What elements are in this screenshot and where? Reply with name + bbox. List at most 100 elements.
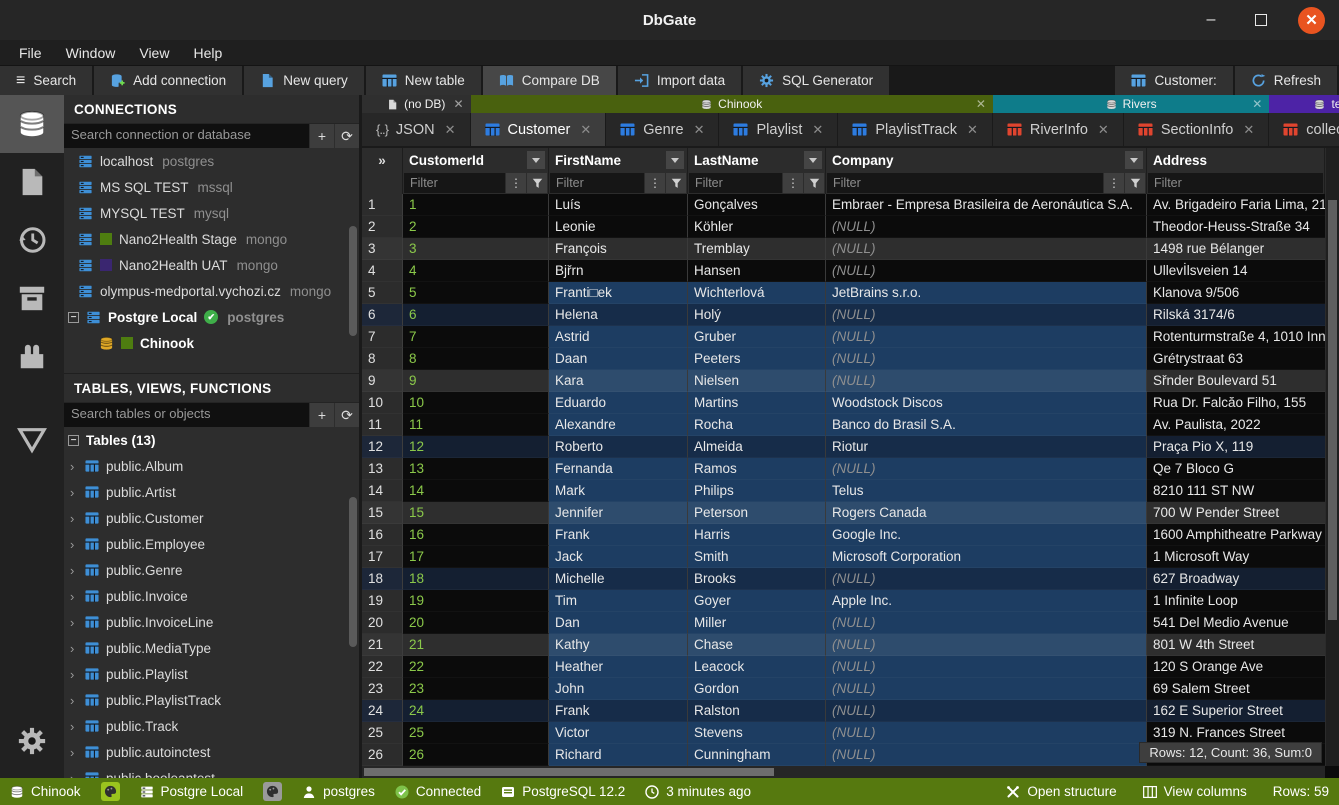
cell-first[interactable]: François: [549, 238, 688, 260]
cell-company[interactable]: (NULL): [826, 216, 1147, 238]
cell-company[interactable]: (NULL): [826, 700, 1147, 722]
row-number[interactable]: 25: [362, 722, 403, 744]
row-number[interactable]: 20: [362, 612, 403, 634]
cell-last[interactable]: Leacock: [688, 656, 826, 678]
tab-json[interactable]: {..}JSON✕: [362, 113, 471, 146]
cell-address[interactable]: 1600 Amphitheatre Parkway: [1147, 524, 1325, 546]
cell-address[interactable]: Qe 7 Bloco G: [1147, 458, 1325, 480]
toolbar-button-compare-db[interactable]: Compare DB: [483, 66, 616, 95]
close-button[interactable]: ✕: [1298, 7, 1325, 34]
filter-funnel-button[interactable]: [804, 173, 824, 193]
cell-id[interactable]: 25: [403, 722, 549, 744]
tables-search-input[interactable]: Search tables or objects: [64, 403, 309, 427]
statusbar-item-rows-59[interactable]: Rows: 59: [1273, 784, 1329, 799]
cell-last[interactable]: Goyer: [688, 590, 826, 612]
palette-icon[interactable]: [263, 782, 282, 801]
row-number[interactable]: 12: [362, 436, 403, 458]
expand-chevron-icon[interactable]: ›: [70, 537, 78, 552]
cell-last[interactable]: Cunningham: [688, 744, 826, 766]
cell-id[interactable]: 7: [403, 326, 549, 348]
cell-address[interactable]: Av. Brigadeiro Faria Lima, 2170: [1147, 194, 1325, 216]
filter-input[interactable]: Filter: [827, 173, 1103, 193]
row-number[interactable]: 16: [362, 524, 403, 546]
cell-last[interactable]: Wichterlová: [688, 282, 826, 304]
menu-window[interactable]: Window: [55, 43, 127, 63]
tab-customer[interactable]: Customer✕: [471, 113, 607, 146]
cell-first[interactable]: Luís: [549, 194, 688, 216]
cell-company[interactable]: (NULL): [826, 744, 1147, 766]
cell-id[interactable]: 15: [403, 502, 549, 524]
cell-address[interactable]: 700 W Pender Street: [1147, 502, 1325, 524]
cell-first[interactable]: John: [549, 678, 688, 700]
row-number[interactable]: 6: [362, 304, 403, 326]
cell-address[interactable]: 1498 rue Bélanger: [1147, 238, 1325, 260]
row-number[interactable]: 18: [362, 568, 403, 590]
cell-id[interactable]: 24: [403, 700, 549, 722]
cell-address[interactable]: 1 Infinite Loop: [1147, 590, 1325, 612]
statusbar-item-open-structure[interactable]: Open structure: [1006, 784, 1116, 799]
row-number[interactable]: 3: [362, 238, 403, 260]
close-tab-icon[interactable]: ✕: [1098, 122, 1109, 138]
connection-item-MYSQL TEST[interactable]: MYSQL TESTmysql: [64, 200, 359, 226]
expand-chevron-icon[interactable]: ›: [70, 641, 78, 656]
cell-id[interactable]: 10: [403, 392, 549, 414]
tab-sectioninfo[interactable]: SectionInfo✕: [1124, 113, 1269, 146]
cell-last[interactable]: Stevens: [688, 722, 826, 744]
statusbar-item-connected[interactable]: Connected: [395, 784, 481, 799]
close-tab-icon[interactable]: ✕: [1243, 122, 1254, 138]
cell-last[interactable]: Nielsen: [688, 370, 826, 392]
connection-item-Postgre Local[interactable]: −Postgre Local✔postgres: [64, 304, 359, 330]
cell-company[interactable]: Rogers Canada: [826, 502, 1147, 524]
row-number[interactable]: 17: [362, 546, 403, 568]
row-number[interactable]: 14: [362, 480, 403, 502]
toolbar-button-add-connection[interactable]: Add connection: [94, 66, 242, 95]
cell-id[interactable]: 21: [403, 634, 549, 656]
cell-last[interactable]: Ralston: [688, 700, 826, 722]
row-number[interactable]: 1: [362, 194, 403, 216]
cell-last[interactable]: Chase: [688, 634, 826, 656]
filter-input[interactable]: Filter: [1148, 173, 1323, 193]
sidebar-settings-icon[interactable]: [0, 712, 64, 770]
filter-menu-button[interactable]: ⋮: [783, 173, 803, 193]
row-number[interactable]: 5: [362, 282, 403, 304]
table-item-Invoice[interactable]: ›public.Invoice: [64, 583, 359, 609]
toolbar-button-import-data[interactable]: Import data: [618, 66, 741, 95]
cell-id[interactable]: 19: [403, 590, 549, 612]
filter-funnel-button[interactable]: [1125, 173, 1145, 193]
cell-id[interactable]: 11: [403, 414, 549, 436]
expand-chevron-icon[interactable]: ›: [70, 719, 78, 734]
cell-company[interactable]: (NULL): [826, 612, 1147, 634]
cell-company[interactable]: (NULL): [826, 348, 1147, 370]
cell-last[interactable]: Gonçalves: [688, 194, 826, 216]
menu-view[interactable]: View: [128, 43, 180, 63]
row-number[interactable]: 23: [362, 678, 403, 700]
column-header-address[interactable]: Address: [1147, 148, 1325, 172]
cell-company[interactable]: (NULL): [826, 568, 1147, 590]
filter-funnel-button[interactable]: [666, 173, 686, 193]
table-item-MediaType[interactable]: ›public.MediaType: [64, 635, 359, 661]
connection-item-Nano2Health UAT[interactable]: Nano2Health UATmongo: [64, 252, 359, 278]
cell-address[interactable]: 319 N. Frances Street: [1147, 722, 1325, 744]
filter-funnel-button[interactable]: [527, 173, 547, 193]
cell-company[interactable]: Banco do Brasil S.A.: [826, 414, 1147, 436]
expand-chevron-icon[interactable]: ›: [70, 485, 78, 500]
cell-address[interactable]: 8210 111 ST NW: [1147, 480, 1325, 502]
statusbar-item-postgre-local[interactable]: Postgre Local: [140, 784, 244, 799]
row-number[interactable]: 24: [362, 700, 403, 722]
row-number[interactable]: 22: [362, 656, 403, 678]
expand-chevron-icon[interactable]: ›: [70, 511, 78, 526]
cell-first[interactable]: Roberto: [549, 436, 688, 458]
expand-chevron-icon[interactable]: ›: [70, 589, 78, 604]
connection-item-olympus-medportal.vychozi.cz[interactable]: olympus-medportal.vychozi.czmongo: [64, 278, 359, 304]
cell-first[interactable]: Victor: [549, 722, 688, 744]
cell-address[interactable]: Grétrystraat 63: [1147, 348, 1325, 370]
close-tab-icon[interactable]: ✕: [580, 122, 591, 138]
table-item-Genre[interactable]: ›public.Genre: [64, 557, 359, 583]
cell-company[interactable]: Telus: [826, 480, 1147, 502]
expand-chevron-icon[interactable]: ›: [70, 693, 78, 708]
cell-address[interactable]: Sřnder Boulevard 51: [1147, 370, 1325, 392]
cell-company[interactable]: (NULL): [826, 238, 1147, 260]
cell-address[interactable]: 1 Microsoft Way: [1147, 546, 1325, 568]
grid-vertical-scrollbar[interactable]: [1325, 148, 1339, 766]
cell-last[interactable]: Harris: [688, 524, 826, 546]
